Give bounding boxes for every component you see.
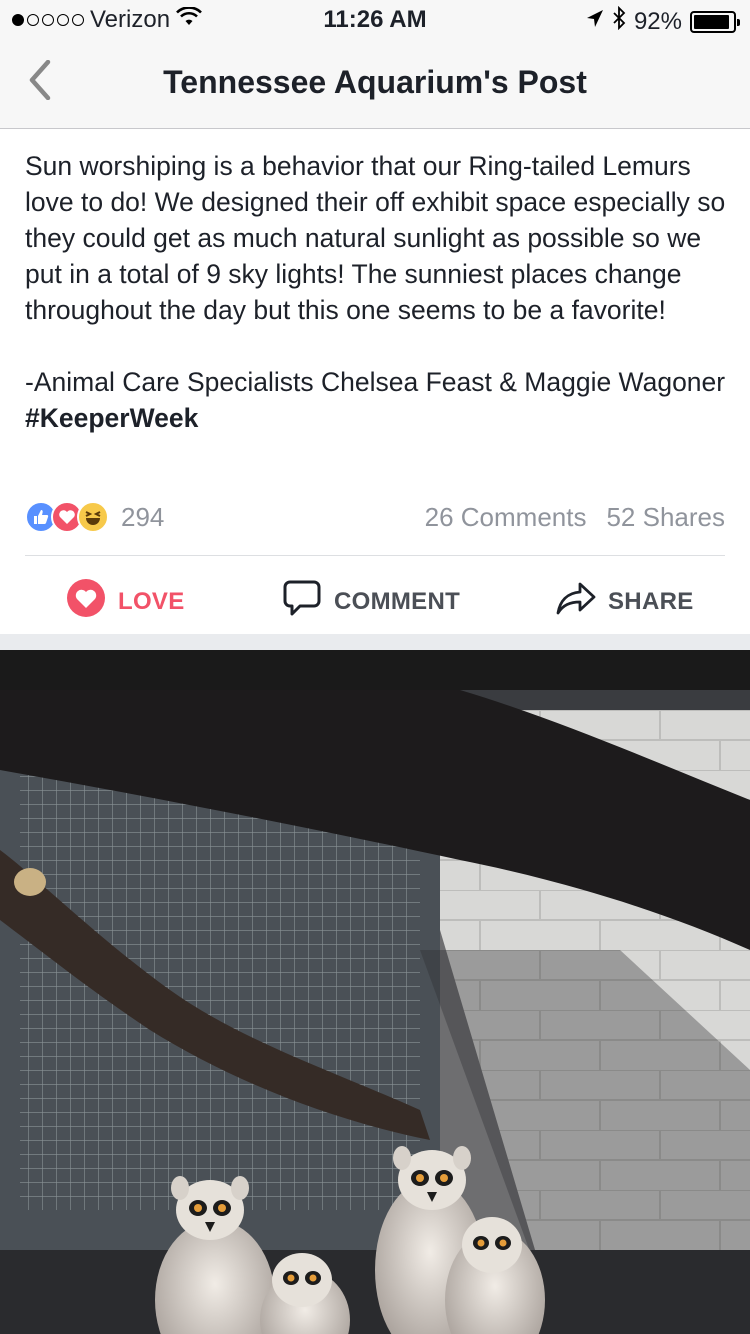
location-arrow-icon — [586, 8, 604, 36]
share-arrow-icon — [556, 578, 596, 625]
engagement-counts: 26 Comments 52 Shares — [425, 502, 725, 533]
love-button[interactable]: LOVE — [66, 578, 185, 625]
post-photo[interactable] — [0, 650, 750, 1334]
battery-icon — [690, 10, 740, 33]
section-separator — [0, 634, 750, 650]
post-body: Sun worshiping is a behavior that our Ri… — [25, 148, 730, 436]
love-reaction-icon — [66, 578, 106, 625]
comments-count[interactable]: 26 Comments — [425, 502, 587, 533]
reaction-count[interactable]: 294 — [121, 502, 164, 533]
love-label: LOVE — [118, 587, 185, 615]
post-signature: -Animal Care Specialists Chelsea Feast &… — [25, 364, 730, 436]
share-label: SHARE — [608, 587, 694, 615]
navigation-bar: Tennessee Aquarium's Post — [0, 40, 750, 129]
post-actions: LOVE COMMENT SHARE — [0, 566, 750, 628]
hashtag-link[interactable]: #KeeperWeek — [25, 403, 198, 433]
status-bar: Verizon 11:26 AM 92% — [0, 0, 750, 40]
battery-percent: 92% — [633, 7, 682, 35]
signature-text: -Animal Care Specialists Chelsea Feast &… — [25, 367, 726, 397]
shares-count[interactable]: 52 Shares — [606, 502, 725, 533]
share-button[interactable]: SHARE — [556, 578, 694, 625]
page-title: Tennessee Aquarium's Post — [163, 64, 587, 100]
comment-button[interactable]: COMMENT — [282, 578, 460, 625]
reactions-summary: 294 26 Comments 52 Shares — [25, 497, 725, 537]
comment-bubble-icon — [282, 578, 322, 625]
divider — [25, 555, 725, 556]
lemurs-photo-illustration — [0, 650, 750, 1334]
bluetooth-icon — [612, 5, 626, 37]
post-paragraph: Sun worshiping is a behavior that our Ri… — [25, 151, 726, 325]
haha-icon — [77, 501, 109, 533]
reaction-icons[interactable] — [25, 501, 109, 533]
status-right: 92% — [586, 5, 740, 37]
comment-label: COMMENT — [334, 587, 461, 615]
